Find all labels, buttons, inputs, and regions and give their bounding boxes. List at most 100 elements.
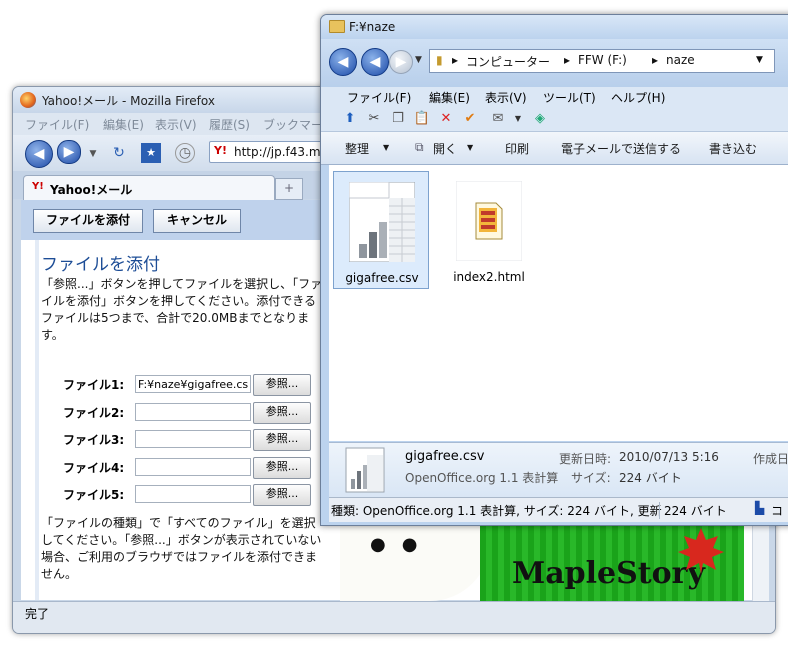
windows-logo-icon[interactable]: ◈ (531, 110, 549, 128)
file-name-index2: index2.html (453, 270, 525, 284)
file4-label: ファイル4: (63, 461, 125, 475)
ex-menu-file[interactable]: ファイル(F) (347, 89, 411, 106)
menu-bookmarks[interactable]: ブックマー (263, 116, 323, 133)
file5-browse-button[interactable]: 参照... (253, 484, 311, 506)
status-text: 完了 (25, 607, 50, 621)
address-folder-icon: ▮ (436, 53, 443, 67)
menu-edit[interactable]: 編集(E) (103, 116, 144, 133)
menu-view[interactable]: 表示(V) (155, 116, 197, 133)
character-face: ●● (370, 534, 434, 555)
organize-button[interactable]: 整理 (345, 140, 369, 157)
firefox-statusbar: 完了 (13, 601, 775, 633)
recent-pages-dropdown-icon[interactable]: ▼ (415, 55, 422, 65)
explorer-window: F:¥naze ◀ ◀ ▶ ▼ ▮ ▸ コンピューター ▸ FFW (F:) ▸… (320, 14, 788, 526)
explorer-status-size: 224 バイト (659, 502, 727, 519)
attach-note: 「ファイルの種類」で「すべてのファイル」を選択してください。「参照...」ボタン… (41, 516, 322, 581)
computer-status-icon: ▙ (755, 501, 765, 515)
home-bookmark-icon[interactable]: ★ (141, 143, 161, 163)
breadcrumb-separator-icon: ▸ (452, 53, 459, 67)
attach-description: 「参照...」ボタンを押してファイルを選択し、「ファイルを添付」ボタンを押してく… (41, 277, 323, 342)
breadcrumb-computer[interactable]: コンピューター (466, 53, 550, 70)
explorer-command-bar: 整理 ▼ ⧉ 開く ▼ 印刷 電子メールで送信する 書き込む (321, 131, 788, 165)
explorer-titlebar[interactable]: F:¥naze (321, 15, 788, 39)
details-size-value: 224 バイト (619, 471, 682, 485)
history-dropdown-icon[interactable]: ▼ (83, 144, 103, 164)
yahoo-favicon-icon: Y! (214, 144, 227, 157)
email-send-button[interactable]: 電子メールで送信する (561, 140, 681, 157)
folder-icon (329, 20, 345, 33)
menu-file[interactable]: ファイル(F) (25, 116, 89, 133)
details-modified-value: 2010/07/13 5:16 (619, 450, 719, 464)
attach-action-bar: ファイルを添付 キャンセル (21, 200, 361, 240)
details-modified-label: 更新日時: (559, 452, 612, 466)
email-icon[interactable]: ✉ (489, 110, 507, 128)
file-item-index2[interactable]: index2.html (441, 171, 537, 289)
open-dropdown-icon[interactable]: ▼ (467, 143, 473, 152)
details-file-type: OpenOffice.org 1.1 表計算 (405, 471, 559, 485)
file2-browse-button[interactable]: 参照... (253, 402, 311, 424)
explorer-address-bar[interactable]: ▮ ▸ コンピューター ▸ FFW (F:) ▸ naze ▼ (429, 49, 775, 73)
ex-menu-help[interactable]: ヘルプ(H) (611, 89, 665, 106)
ex-menu-tools[interactable]: ツール(T) (543, 89, 596, 106)
file5-label: ファイル5: (63, 488, 125, 502)
file-item-gigafree[interactable]: gigafree.csv (333, 171, 429, 289)
explorer-back2-icon[interactable]: ◀ (361, 48, 389, 76)
reload-icon[interactable]: ↻ (109, 143, 129, 163)
explorer-back-icon[interactable]: ◀ (329, 48, 357, 76)
address-dropdown-icon[interactable]: ▼ (756, 55, 763, 65)
attach-file-button[interactable]: ファイルを添付 (33, 209, 143, 233)
file3-input[interactable] (135, 430, 251, 448)
open-button[interactable]: 開く (433, 140, 457, 157)
firefox-logo-icon (20, 92, 36, 108)
file1-input[interactable]: F:¥naze¥gigafree.cs (135, 375, 251, 393)
ex-menu-edit[interactable]: 編集(E) (429, 89, 470, 106)
file3-browse-button[interactable]: 参照... (253, 429, 311, 451)
page-scrollbar[interactable] (752, 524, 769, 601)
attach-heading: ファイルを添付 (41, 255, 160, 275)
cut-icon[interactable]: ✂ (365, 110, 383, 128)
file2-label: ファイル2: (63, 406, 125, 420)
tab-yahoo-mail[interactable]: Y! Yahoo!メール (23, 175, 275, 200)
organize-dropdown-icon[interactable]: ▼ (383, 143, 389, 152)
paste-icon[interactable]: 📋 (413, 110, 431, 128)
maple-leaf-icon (678, 528, 724, 574)
file2-input[interactable] (135, 403, 251, 421)
new-tab-button[interactable]: + (275, 178, 303, 200)
explorer-file-list: gigafree.csv index2.html (329, 165, 788, 441)
menu-history[interactable]: 履歴(S) (209, 116, 250, 133)
explorer-toolbar: ⬆ ✂ ❐ 📋 ✕ ✔ ✉ ▼ ◈ (321, 107, 788, 131)
details-created-label: 作成日 (753, 452, 788, 466)
file4-input[interactable] (135, 458, 251, 476)
copy-icon[interactable]: ❐ (389, 110, 407, 128)
details-size-label: サイズ: (571, 471, 611, 485)
breadcrumb-folder[interactable]: naze (666, 53, 695, 67)
breadcrumb-drive[interactable]: FFW (F:) (578, 53, 627, 67)
file4-browse-button[interactable]: 参照... (253, 457, 311, 479)
explorer-address-area: ◀ ◀ ▶ ▼ ▮ ▸ コンピューター ▸ FFW (F:) ▸ naze ▼ (321, 39, 788, 87)
ex-menu-view[interactable]: 表示(V) (485, 89, 527, 106)
email-dropdown-icon[interactable]: ▼ (509, 110, 527, 128)
firefox-window-title: Yahoo!メール - Mozilla Firefox (42, 94, 215, 108)
url-text: http://jp.f43.m (234, 145, 321, 159)
up-folder-icon[interactable]: ⬆ (341, 110, 359, 128)
open-with-icon: ⧉ (415, 140, 424, 154)
properties-check-icon[interactable]: ✔ (461, 110, 479, 128)
back-arrow-icon[interactable]: ◀ (25, 140, 53, 168)
explorer-window-title: F:¥naze (349, 20, 396, 34)
clock-icon[interactable]: ◷ (175, 143, 195, 163)
print-button[interactable]: 印刷 (505, 140, 529, 157)
explorer-status-right: コ (771, 504, 784, 518)
explorer-status-text: 種類: OpenOffice.org 1.1 表計算, サイズ: 224 バイト… (331, 504, 662, 518)
breadcrumb-separator-icon: ▸ (564, 53, 571, 67)
tab-label: Yahoo!メール (50, 183, 133, 197)
file5-input[interactable] (135, 485, 251, 503)
explorer-forward-icon[interactable]: ▶ (389, 50, 413, 74)
file1-label: ファイル1: (63, 378, 125, 392)
delete-icon[interactable]: ✕ (437, 110, 455, 128)
breadcrumb-separator-icon: ▸ (652, 53, 659, 67)
burn-button[interactable]: 書き込む (709, 140, 757, 157)
spreadsheet-file-icon (349, 182, 415, 262)
forward-arrow-icon[interactable]: ▶ (57, 140, 81, 164)
file1-browse-button[interactable]: 参照... (253, 374, 311, 396)
cancel-button[interactable]: キャンセル (153, 209, 241, 233)
